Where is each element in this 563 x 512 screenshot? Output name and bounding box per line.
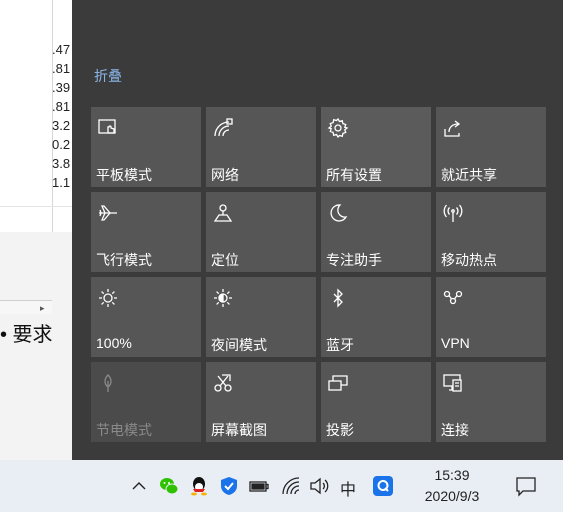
tile-vpn[interactable]: VPN xyxy=(436,277,546,357)
screen-snip-icon xyxy=(212,372,234,394)
clock[interactable]: 15:39 2020/9/3 xyxy=(412,465,492,507)
tile-label: 就近共享 xyxy=(441,167,497,183)
action-center-panel: 折叠 平板模式 网络 所有设置 就近共享 飞行模式 定位 专注助手 移动热点 1… xyxy=(72,0,563,460)
tile-mobile-hotspot[interactable]: 移动热点 xyxy=(436,192,546,272)
volume-icon[interactable] xyxy=(307,474,331,498)
tile-label: 网络 xyxy=(211,167,239,183)
tile-label: 所有设置 xyxy=(326,167,382,183)
tile-label: 定位 xyxy=(211,252,239,268)
tile-airplane-mode[interactable]: 飞行模式 xyxy=(91,192,201,272)
ime-indicator[interactable]: 中 xyxy=(340,476,356,500)
cell-value: .81 xyxy=(52,61,71,76)
tile-label: 100% xyxy=(96,335,132,351)
background-window: .47 .81 .39 .81 3.2 0.2 3.8 1.1 ▸ • 要求 xyxy=(0,0,72,460)
tile-label: 投影 xyxy=(326,422,354,438)
tile-project[interactable]: 投影 xyxy=(321,362,431,442)
wifi-icon[interactable] xyxy=(279,474,303,498)
tile-all-settings[interactable]: 所有设置 xyxy=(321,107,431,187)
tile-label: 夜间模式 xyxy=(211,337,267,353)
divider xyxy=(0,206,72,207)
night-light-icon xyxy=(212,287,234,309)
cell-value: .81 xyxy=(52,99,71,114)
tile-label: 飞行模式 xyxy=(96,252,152,268)
location-icon xyxy=(212,202,234,224)
tablet-mode-icon xyxy=(97,117,119,139)
tile-battery-saver: 节电模式 xyxy=(91,362,201,442)
bluetooth-icon xyxy=(327,287,349,309)
clock-time: 15:39 xyxy=(434,467,470,483)
tile-connect[interactable]: 连接 xyxy=(436,362,546,442)
cell-value: 3.8 xyxy=(52,156,71,171)
clock-date: 2020/9/3 xyxy=(424,488,480,504)
scroll-right-arrow-icon[interactable]: ▸ xyxy=(40,303,45,314)
chevron-up-icon[interactable] xyxy=(127,474,151,498)
wechat-icon[interactable] xyxy=(157,474,181,498)
tile-tablet-mode[interactable]: 平板模式 xyxy=(91,107,201,187)
network-icon xyxy=(212,117,234,139)
tile-label: 移动热点 xyxy=(441,252,497,268)
collapse-link[interactable]: 折叠 xyxy=(94,66,122,86)
tile-label: 专注助手 xyxy=(326,252,382,268)
tile-network[interactable]: 网络 xyxy=(206,107,316,187)
tile-label: 节电模式 xyxy=(96,422,152,438)
notification-icon xyxy=(515,477,536,497)
taskbar: 中 15:39 2020/9/3 xyxy=(0,460,563,512)
tile-focus-assist[interactable]: 专注助手 xyxy=(321,192,431,272)
nearby-share-icon xyxy=(442,117,464,139)
tile-label: 蓝牙 xyxy=(326,337,354,353)
connect-icon xyxy=(442,372,464,394)
horizontal-scrollbar[interactable]: ▸ xyxy=(0,300,52,314)
project-icon xyxy=(327,372,349,394)
action-center-button[interactable] xyxy=(503,460,548,512)
airplane-icon xyxy=(97,202,119,224)
cell-value: .39 xyxy=(52,80,71,95)
spreadsheet-values: .47 .81 .39 .81 3.2 0.2 3.8 1.1 xyxy=(52,40,70,192)
cell-value: .47 xyxy=(52,42,71,57)
cell-value: 3.2 xyxy=(52,118,71,133)
document-text: • 要求 xyxy=(0,324,53,346)
battery-saver-icon xyxy=(97,372,119,394)
tile-nearby-share[interactable]: 就近共享 xyxy=(436,107,546,187)
tile-brightness[interactable]: 100% xyxy=(91,277,201,357)
tile-label: VPN xyxy=(441,335,470,351)
app-q-icon[interactable] xyxy=(371,474,395,498)
tile-screen-snip[interactable]: 屏幕截图 xyxy=(206,362,316,442)
tile-location[interactable]: 定位 xyxy=(206,192,316,272)
vpn-icon xyxy=(442,287,464,309)
security-shield-icon[interactable] xyxy=(217,474,241,498)
brightness-icon xyxy=(97,287,119,309)
tile-bluetooth[interactable]: 蓝牙 xyxy=(321,277,431,357)
settings-gear-icon xyxy=(327,117,349,139)
hotspot-icon xyxy=(442,202,464,224)
qq-icon[interactable] xyxy=(187,474,211,498)
tile-label: 屏幕截图 xyxy=(211,422,267,438)
battery-icon[interactable] xyxy=(247,474,271,498)
cell-value: 0.2 xyxy=(52,137,71,152)
moon-icon xyxy=(327,202,349,224)
tile-night-light[interactable]: 夜间模式 xyxy=(206,277,316,357)
tile-label: 平板模式 xyxy=(96,167,152,183)
tile-label: 连接 xyxy=(441,422,469,438)
cell-value: 1.1 xyxy=(52,175,71,190)
spreadsheet-area: .47 .81 .39 .81 3.2 0.2 3.8 1.1 xyxy=(0,0,72,232)
